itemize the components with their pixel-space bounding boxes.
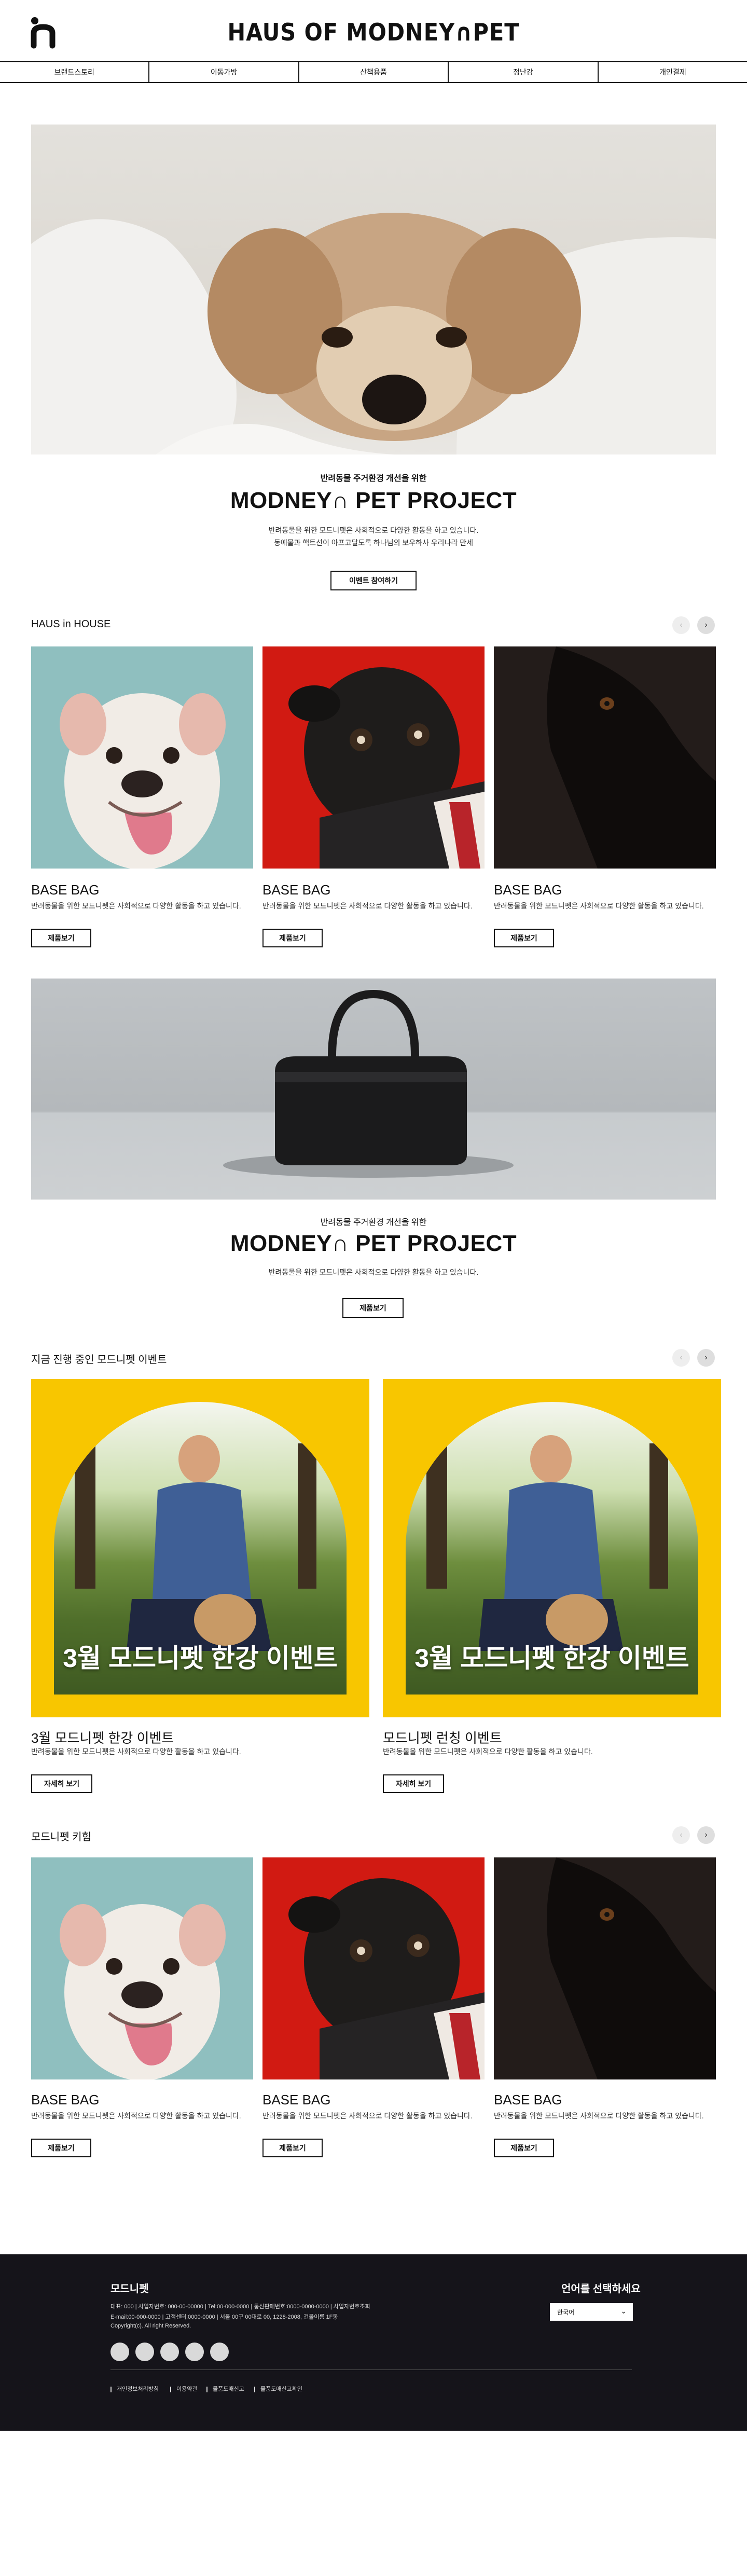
hero-desc-line2: 동예물과 핵트선이 아프고달도록 하나님의 보우하사 우리나라 만세 bbox=[274, 539, 473, 547]
card-desc: 반려동물을 위한 모드니펫은 사회적으로 다양한 활동을 하고 있습니다. bbox=[494, 902, 704, 910]
social-icon-2[interactable] bbox=[135, 2343, 154, 2361]
language-select[interactable]: 한국어 ⌄ bbox=[550, 2303, 633, 2321]
language-selected: 한국어 bbox=[557, 2308, 575, 2316]
card-desc: 반려동물을 위한 모드니펫은 사회적으로 다양한 활동을 하고 있습니다. bbox=[262, 902, 473, 910]
brand-title[interactable]: HAUS OF MODNEY∩PET bbox=[0, 16, 747, 49]
nav-item-toys[interactable]: 정난감 bbox=[449, 62, 599, 82]
event-card[interactable]: 3월 모드니펫 한강 이벤트 bbox=[383, 1379, 721, 1717]
haus-in-house-title: HAUS in HOUSE bbox=[31, 618, 111, 630]
footer-link-privacy[interactable]: 개인정보처리방침 bbox=[110, 2387, 159, 2392]
events-prev-arrow-icon[interactable]: ‹ bbox=[672, 1349, 690, 1367]
nav-item-carrier-bag[interactable]: 이동가방 bbox=[149, 62, 299, 82]
view-product-button[interactable]: 제품보기 bbox=[31, 2139, 91, 2157]
view-product-button[interactable]: 제품보기 bbox=[494, 929, 554, 947]
project-desc: 반려동물을 위한 모드니펫은 사회적으로 다양한 활동을 하고 있습니다. bbox=[268, 1268, 479, 1276]
footer-link-wholesale[interactable]: 물품도매신고 bbox=[206, 2387, 244, 2392]
chevron-down-icon: ⌄ bbox=[620, 2307, 627, 2315]
card-title: BASE BAG bbox=[494, 2092, 562, 2107]
language-title: 언어를 선택하세요 bbox=[561, 2283, 641, 2295]
hero-dog-image bbox=[31, 125, 716, 454]
card-desc: 반려동물을 위한 모드니펫은 사회적으로 다양한 활동을 하고 있습니다. bbox=[31, 902, 241, 910]
footer-info-line1: 대표: 000 | 사업자번호: 000-00-00000 | Tel:00-0… bbox=[110, 2304, 370, 2310]
view-product-button[interactable]: 제품보기 bbox=[494, 2139, 554, 2157]
event-overlay-text: 3월 모드니펫 한강 이벤트 bbox=[63, 1644, 338, 1673]
project-title: MODNEY∩ PET PROJECT bbox=[230, 1231, 517, 1256]
card-desc: 반려동물을 위한 모드니펫은 사회적으로 다양한 활동을 하고 있습니다. bbox=[262, 2112, 473, 2120]
footer-copyright: Copyright(c). All right Reserved. bbox=[110, 2323, 191, 2329]
events-title: 지금 진행 중인 모드니펫 이벤트 bbox=[31, 1354, 167, 1366]
social-icon-1[interactable] bbox=[110, 2343, 129, 2361]
card-desc: 반려동물을 위한 모드니펫은 사회적으로 다양한 활동을 하고 있습니다. bbox=[31, 2112, 241, 2120]
card-title: BASE BAG bbox=[262, 2092, 331, 2107]
social-icon-5[interactable] bbox=[210, 2343, 229, 2361]
card-title: BASE BAG bbox=[31, 882, 100, 898]
join-event-button[interactable]: 이벤트 참여하기 bbox=[330, 571, 417, 590]
event-card[interactable]: 3월 모드니펫 한강 이벤트 bbox=[31, 1379, 369, 1717]
card-title: BASE BAG bbox=[262, 882, 331, 898]
event-title: 3월 모드니펫 한강 이벤트 bbox=[31, 1730, 174, 1746]
pug-photo[interactable] bbox=[262, 1857, 485, 2079]
project-subtitle: 반려동물 주거환경 개선을 위한 bbox=[320, 1218, 427, 1227]
card-desc: 반려동물을 위한 모드니펫은 사회적으로 다양한 활동을 하고 있습니다. bbox=[494, 2112, 704, 2120]
bulldog-photo[interactable] bbox=[31, 646, 253, 869]
kids-title: 모드니펫 키힘 bbox=[31, 1831, 91, 1843]
view-product-button[interactable]: 제품보기 bbox=[31, 929, 91, 947]
card-title: BASE BAG bbox=[31, 2092, 100, 2107]
footer-link-terms[interactable]: 이용약관 bbox=[170, 2387, 197, 2392]
black-dog-photo[interactable] bbox=[494, 1857, 716, 2079]
haus-next-arrow-icon[interactable]: › bbox=[697, 616, 715, 634]
event-detail-button[interactable]: 자세히 보기 bbox=[31, 1774, 92, 1793]
footer-link-wholesale-check[interactable]: 물품도매신고확인 bbox=[254, 2387, 302, 2392]
event-desc: 반려동물을 위한 모드니펫은 사회적으로 다양한 활동을 하고 있습니다. bbox=[383, 1747, 593, 1756]
black-bag-image bbox=[31, 979, 716, 1200]
black-dog-photo[interactable] bbox=[494, 646, 716, 869]
kids-prev-arrow-icon[interactable]: ‹ bbox=[672, 1826, 690, 1844]
project-view-button[interactable]: 제품보기 bbox=[342, 1298, 404, 1318]
hero-title: MODNEY∩ PET PROJECT bbox=[230, 488, 517, 513]
event-desc: 반려동물을 위한 모드니펫은 사회적으로 다양한 활동을 하고 있습니다. bbox=[31, 1747, 241, 1756]
main-nav: 브랜드스토리 이동가방 산책용품 정난감 개인결제 bbox=[0, 61, 747, 83]
view-product-button[interactable]: 제품보기 bbox=[262, 2139, 323, 2157]
kids-next-arrow-icon[interactable]: › bbox=[697, 1826, 715, 1844]
nav-item-walk-goods[interactable]: 산책용품 bbox=[299, 62, 449, 82]
event-detail-button[interactable]: 자세히 보기 bbox=[383, 1774, 444, 1793]
hero-subtitle: 반려동물 주거환경 개선을 위한 bbox=[320, 474, 427, 483]
card-title: BASE BAG bbox=[494, 882, 562, 898]
social-icon-4[interactable] bbox=[185, 2343, 204, 2361]
footer-info-line2: E-mail:00-000-0000 | 고객센터:0000-0000 | 서울… bbox=[110, 2314, 338, 2320]
footer: 모드니펫 대표: 000 | 사업자번호: 000-00-00000 | Tel… bbox=[0, 2254, 747, 2431]
nav-item-brand-story[interactable]: 브랜드스토리 bbox=[0, 62, 150, 82]
view-product-button[interactable]: 제품보기 bbox=[262, 929, 323, 947]
events-next-arrow-icon[interactable]: › bbox=[697, 1349, 715, 1367]
hero-desc-line1: 반려동물을 위한 모드니펫은 사회적으로 다양한 활동을 하고 있습니다. bbox=[268, 526, 479, 534]
bulldog-photo[interactable] bbox=[31, 1857, 253, 2079]
pug-photo[interactable] bbox=[262, 646, 485, 869]
haus-prev-arrow-icon[interactable]: ‹ bbox=[672, 616, 690, 634]
nav-item-personal-payment[interactable]: 개인결제 bbox=[599, 62, 747, 82]
footer-company-name: 모드니펫 bbox=[110, 2283, 149, 2295]
event-title: 모드니펫 런칭 이벤트 bbox=[383, 1730, 502, 1746]
event-overlay-text: 3월 모드니펫 한강 이벤트 bbox=[414, 1644, 689, 1673]
social-icon-3[interactable] bbox=[160, 2343, 179, 2361]
